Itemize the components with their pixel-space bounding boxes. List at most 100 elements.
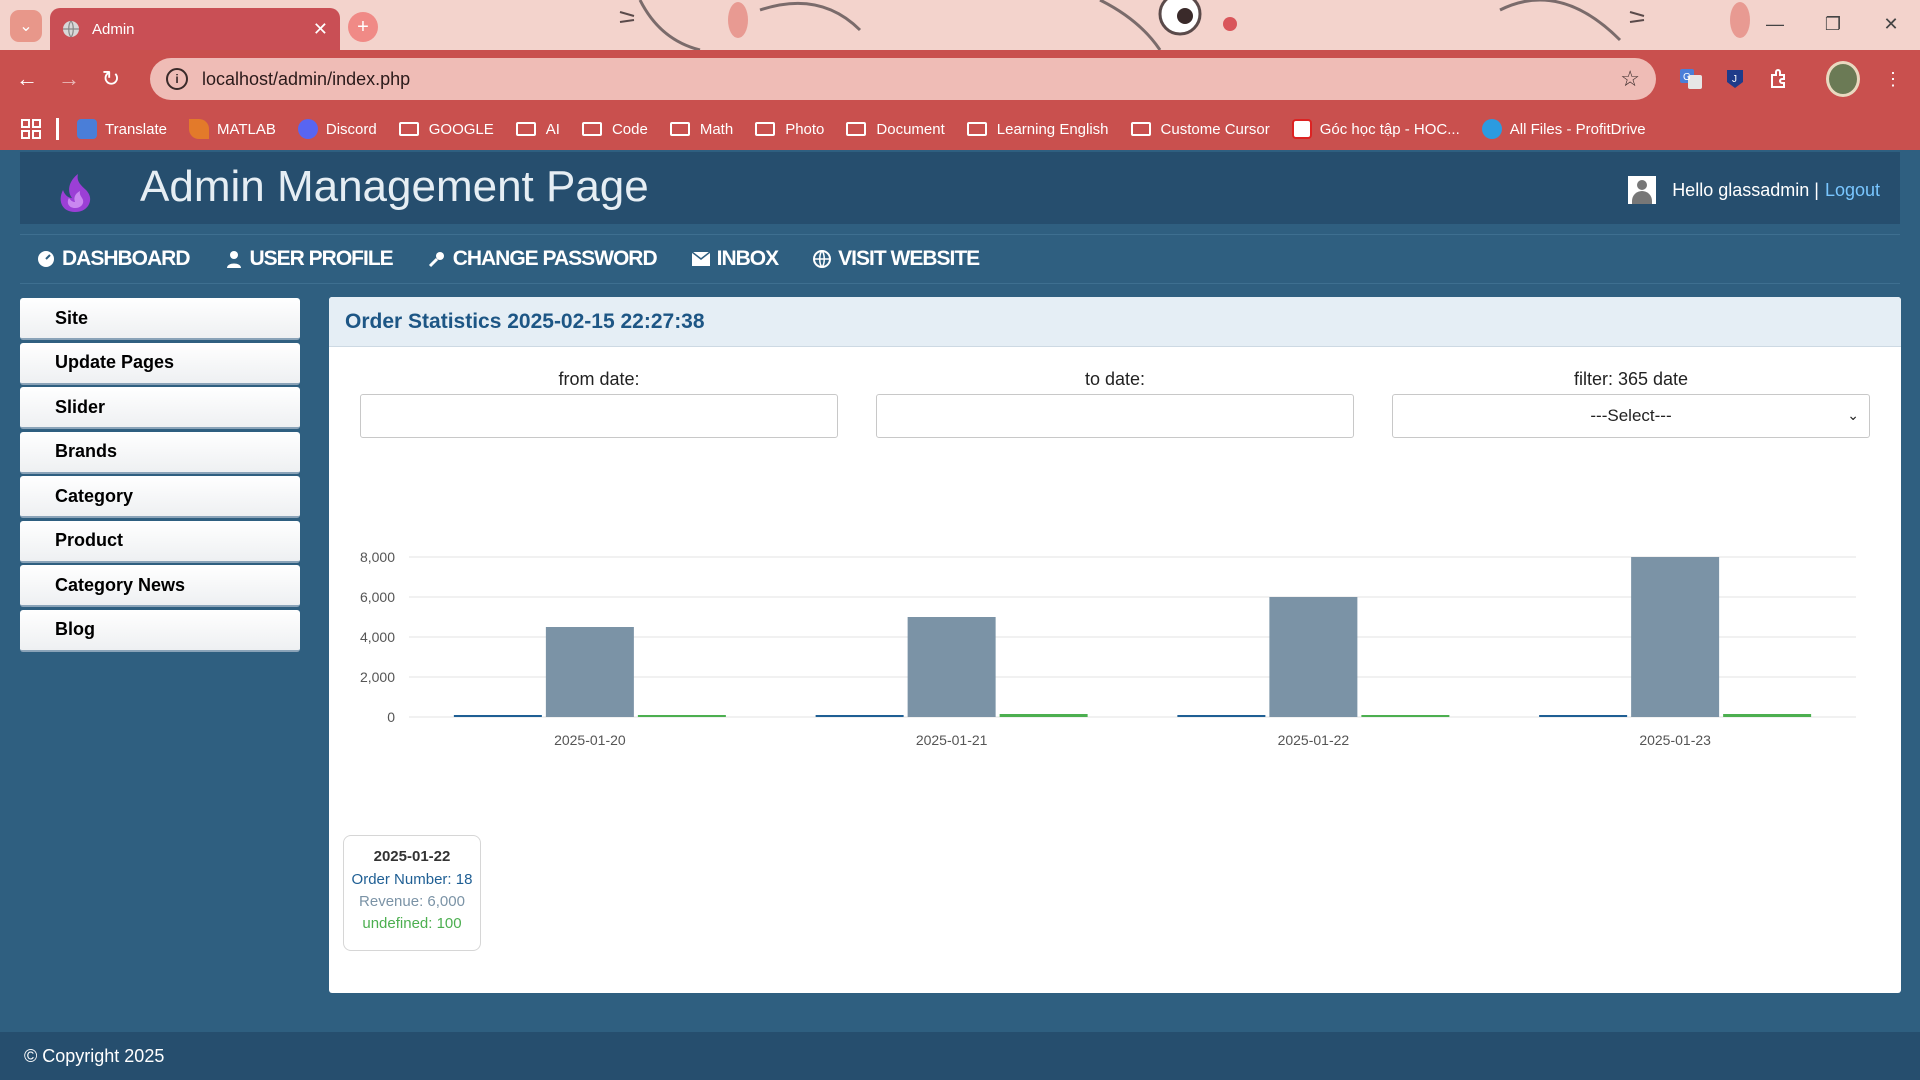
apps-grid-icon[interactable] — [20, 118, 42, 140]
sidebar-item-product[interactable]: Product — [20, 520, 300, 563]
page-footer: © Copyright 2025 — [0, 1032, 1920, 1080]
from-date-input[interactable] — [360, 394, 838, 438]
bookmark-discord[interactable]: Discord — [297, 119, 377, 139]
bookmark-folder-google[interactable]: GOOGLE — [398, 121, 494, 138]
to-date-input[interactable] — [876, 394, 1354, 438]
y-tick-label: 2,000 — [360, 669, 395, 685]
sidebar-item-site[interactable]: Site — [20, 298, 300, 340]
x-tick-label: 2025-01-20 — [554, 732, 626, 748]
bar-revenue — [1269, 597, 1358, 717]
browser-tab-strip: ⌄ Admin ✕ + — ❐ ✕ — [0, 0, 1920, 50]
bookmark-matlab[interactable]: MATLAB — [188, 119, 276, 139]
folder-icon — [398, 122, 419, 136]
address-bar[interactable]: i localhost/admin/index.php ☆ — [150, 58, 1656, 100]
y-tick-label: 6,000 — [360, 589, 395, 605]
bar-undefined — [637, 715, 726, 717]
sidebar-item-update-pages[interactable]: Update Pages — [20, 342, 300, 385]
tab-search-button[interactable]: ⌄ — [10, 10, 42, 42]
admin-page: Admin Management Page Hello glassadmin |… — [0, 150, 1920, 1080]
bar-revenue — [545, 627, 634, 717]
user-avatar-icon — [1628, 176, 1657, 204]
filter-select[interactable]: ---Select--- ⌄ — [1392, 394, 1870, 438]
from-date-label: from date: — [558, 369, 640, 389]
bookmark-folder-learning-english[interactable]: Learning English — [966, 121, 1109, 138]
site-info-icon[interactable]: i — [166, 68, 188, 90]
order-statistics-panel: Order Statistics 2025-02-15 22:27:38 fro… — [329, 297, 1901, 993]
y-tick-label: 0 — [387, 709, 395, 725]
discord-icon — [297, 119, 318, 139]
bookmark-folder-math[interactable]: Math — [669, 121, 733, 138]
tab-title: Admin — [92, 20, 135, 38]
folder-icon — [966, 122, 987, 136]
x-tick-label: 2025-01-23 — [1639, 732, 1711, 748]
sidebar-item-brands[interactable]: Brands — [20, 431, 300, 474]
browser-menu-icon[interactable]: ⋮ — [1876, 62, 1910, 96]
bookmark-star-icon[interactable]: ☆ — [1620, 66, 1640, 92]
bookmark-translate[interactable]: Translate — [77, 119, 167, 139]
envelope-icon — [691, 249, 711, 269]
tooltip-order-number: Order Number: 18 — [351, 871, 473, 888]
nav-inbox[interactable]: INBOX — [691, 247, 779, 271]
bookmark-folder-document[interactable]: Document — [846, 121, 945, 138]
folder-icon — [846, 122, 867, 136]
bookmarks-bar: Translate MATLAB Discord GOOGLE AI Code … — [0, 108, 1920, 150]
bookmark-folder-code[interactable]: Code — [581, 121, 648, 138]
bookmark-folder-ai[interactable]: AI — [515, 121, 560, 138]
filter-label: filter: 365 date — [1573, 369, 1689, 389]
hoc-site-icon — [1291, 119, 1312, 139]
minimize-button[interactable]: — — [1746, 0, 1804, 48]
sidebar-item-blog[interactable]: Blog — [20, 609, 300, 652]
bar-order-number — [815, 715, 904, 717]
bar-undefined — [1723, 714, 1812, 717]
nav-visit-website[interactable]: VISIT WEBSITE — [812, 247, 980, 271]
url-text[interactable]: localhost/admin/index.php — [202, 69, 1620, 90]
folder-icon — [515, 122, 536, 136]
globe-icon — [63, 20, 79, 38]
user-greeting-box: Hello glassadmin | Logout — [1628, 176, 1880, 204]
bookmark-goc-hoc-tap[interactable]: Góc học tập - HOC... — [1291, 119, 1460, 139]
forward-button[interactable]: → — [48, 58, 90, 100]
tab-admin[interactable]: Admin ✕ — [50, 8, 340, 50]
sidebar-item-category-news[interactable]: Category News — [20, 565, 300, 607]
folder-icon — [755, 122, 776, 136]
bar-revenue — [1631, 557, 1720, 717]
x-tick-label: 2025-01-21 — [916, 732, 988, 748]
sidebar-item-slider[interactable]: Slider — [20, 387, 300, 429]
filter-select-value: ---Select--- — [1590, 406, 1672, 425]
bar-undefined — [1361, 715, 1450, 717]
folder-icon — [669, 122, 690, 136]
folder-icon — [581, 122, 602, 136]
profile-avatar[interactable] — [1826, 61, 1860, 97]
sidebar-item-category[interactable]: Category — [20, 476, 300, 518]
bar-order-number — [1539, 715, 1628, 717]
panel-title: Order Statistics 2025-02-15 22:27:38 — [329, 297, 1901, 347]
order-statistics-chart: 0 2,000 4,000 6,000 8,000 2025-01-20 2025-01-2… — [360, 549, 1856, 748]
page-title: Admin Management Page — [140, 162, 649, 211]
nav-change-password[interactable]: CHANGE PASSWORD — [427, 247, 658, 271]
extension-j-icon[interactable]: J — [1718, 62, 1752, 96]
logout-link[interactable]: Logout — [1825, 180, 1880, 201]
google-translate-extension-icon[interactable]: G — [1674, 62, 1708, 96]
dashboard-gauge-icon — [36, 249, 56, 269]
nav-user-profile[interactable]: USER PROFILE — [224, 247, 394, 271]
date-filters: from date: to date: filter: 365 date ---… — [360, 369, 1870, 438]
extensions-puzzle-icon[interactable] — [1762, 62, 1796, 96]
bookmark-separator — [56, 118, 59, 140]
bookmark-profitdrive[interactable]: All Files - ProfitDrive — [1481, 119, 1646, 139]
new-tab-button[interactable]: + — [348, 12, 378, 42]
nav-dashboard[interactable]: DASHBOARD — [36, 247, 190, 271]
close-tab-icon[interactable]: ✕ — [313, 19, 328, 40]
chart-tooltip: 2025-01-22 Order Number: 18 Revenue: 6,0… — [343, 835, 481, 951]
y-tick-label: 4,000 — [360, 629, 395, 645]
reload-button[interactable]: ↻ — [90, 58, 132, 100]
sidebar-menu: Site Update Pages Slider Brands Category… — [20, 298, 300, 654]
close-window-button[interactable]: ✕ — [1862, 0, 1920, 48]
bookmark-folder-custome-cursor[interactable]: Custome Cursor — [1130, 121, 1270, 138]
bookmark-folder-photo[interactable]: Photo — [755, 121, 824, 138]
back-button[interactable]: ← — [6, 58, 48, 100]
folder-icon — [1130, 122, 1151, 136]
browser-toolbar: ← → ↻ i localhost/admin/index.php ☆ G J … — [0, 50, 1920, 108]
user-greeting: Hello glassadmin | — [1672, 179, 1819, 200]
bar-order-number — [453, 715, 542, 717]
restore-button[interactable]: ❐ — [1804, 0, 1862, 48]
